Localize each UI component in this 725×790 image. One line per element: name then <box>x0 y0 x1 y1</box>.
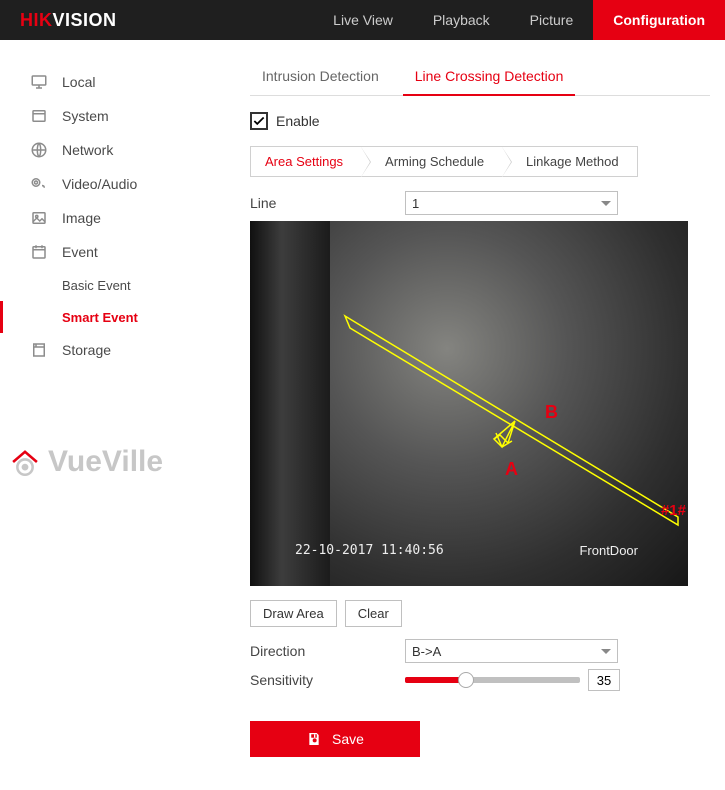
nav-picture[interactable]: Picture <box>510 0 594 40</box>
chevron-tabs: Area Settings Arming Schedule Linkage Me… <box>250 146 638 177</box>
line-select-value: 1 <box>412 196 419 211</box>
logo: HIKVISION <box>0 10 137 31</box>
draw-area-button[interactable]: Draw Area <box>250 600 337 627</box>
top-bar: HIKVISION Live View Playback Picture Con… <box>0 0 725 40</box>
video-audio-icon <box>30 175 48 193</box>
check-icon <box>252 114 266 128</box>
sidebar-item-label: Storage <box>62 342 111 358</box>
nav-configuration[interactable]: Configuration <box>593 0 725 40</box>
watermark-text: VueVille <box>48 445 163 479</box>
logo-hik: HIK <box>20 10 53 31</box>
chevron-arming-schedule[interactable]: Arming Schedule <box>361 147 502 176</box>
subtabs: Intrusion Detection Line Crossing Detect… <box>250 60 710 96</box>
direction-select[interactable]: B->A <box>405 639 618 663</box>
sidebar-item-label: Image <box>62 210 101 226</box>
sensitivity-label: Sensitivity <box>250 672 405 688</box>
sidebar-item-image[interactable]: Image <box>0 201 225 235</box>
slider-thumb[interactable] <box>458 672 474 688</box>
sidebar-item-label: Network <box>62 142 113 158</box>
sidebar-item-label: Event <box>62 244 98 260</box>
marker-line-id: #1# <box>661 502 686 519</box>
nav-live-view[interactable]: Live View <box>313 0 413 40</box>
sidebar-item-label: Local <box>62 74 95 90</box>
enable-label: Enable <box>276 113 320 129</box>
direction-label: Direction <box>250 643 405 659</box>
enable-checkbox[interactable] <box>250 112 268 130</box>
preview-timestamp: 22-10-2017 11:40:56 <box>295 543 444 558</box>
image-icon <box>30 209 48 227</box>
system-icon <box>30 107 48 125</box>
chevron-down-icon <box>601 201 611 206</box>
monitor-icon <box>30 73 48 91</box>
preview-camera-name: FrontDoor <box>579 543 638 558</box>
sidebar-item-system[interactable]: System <box>0 99 225 133</box>
clear-button[interactable]: Clear <box>345 600 402 627</box>
sidebar-sub-smart-event[interactable]: Smart Event <box>0 301 225 333</box>
sensitivity-value[interactable]: 35 <box>588 669 620 691</box>
detection-line-overlay <box>250 221 688 586</box>
save-button-label: Save <box>332 731 364 747</box>
marker-b: B <box>545 402 558 423</box>
marker-a: A <box>505 459 518 480</box>
sidebar: Local System Network Video/Audio Image E… <box>0 40 225 790</box>
nav-playback[interactable]: Playback <box>413 0 510 40</box>
sidebar-item-network[interactable]: Network <box>0 133 225 167</box>
slider-fill <box>405 677 466 683</box>
subtab-line-crossing[interactable]: Line Crossing Detection <box>403 60 576 96</box>
line-label: Line <box>250 195 405 211</box>
sidebar-item-label: Video/Audio <box>62 176 137 192</box>
chevron-linkage-method[interactable]: Linkage Method <box>502 147 637 176</box>
sidebar-item-label: System <box>62 108 109 124</box>
chevron-down-icon <box>601 649 611 654</box>
watermark: VueVille <box>8 445 163 479</box>
subtab-intrusion[interactable]: Intrusion Detection <box>250 60 391 95</box>
save-icon <box>306 731 322 747</box>
sidebar-sub-basic-event[interactable]: Basic Event <box>0 269 225 301</box>
sensitivity-slider[interactable] <box>405 677 580 683</box>
chevron-area-settings[interactable]: Area Settings <box>251 147 361 176</box>
line-select[interactable]: 1 <box>405 191 618 215</box>
globe-icon <box>30 141 48 159</box>
save-button[interactable]: Save <box>250 721 420 757</box>
sidebar-item-storage[interactable]: Storage <box>0 333 225 367</box>
watermark-icon <box>8 445 42 479</box>
storage-icon <box>30 341 48 359</box>
content: Intrusion Detection Line Crossing Detect… <box>225 40 725 790</box>
logo-vision: VISION <box>53 10 117 31</box>
sidebar-item-event[interactable]: Event <box>0 235 225 269</box>
sidebar-item-video-audio[interactable]: Video/Audio <box>0 167 225 201</box>
event-icon <box>30 243 48 261</box>
sidebar-item-local[interactable]: Local <box>0 65 225 99</box>
video-preview[interactable]: A B #1# 22-10-2017 11:40:56 FrontDoor <box>250 221 688 586</box>
direction-select-value: B->A <box>412 644 441 659</box>
